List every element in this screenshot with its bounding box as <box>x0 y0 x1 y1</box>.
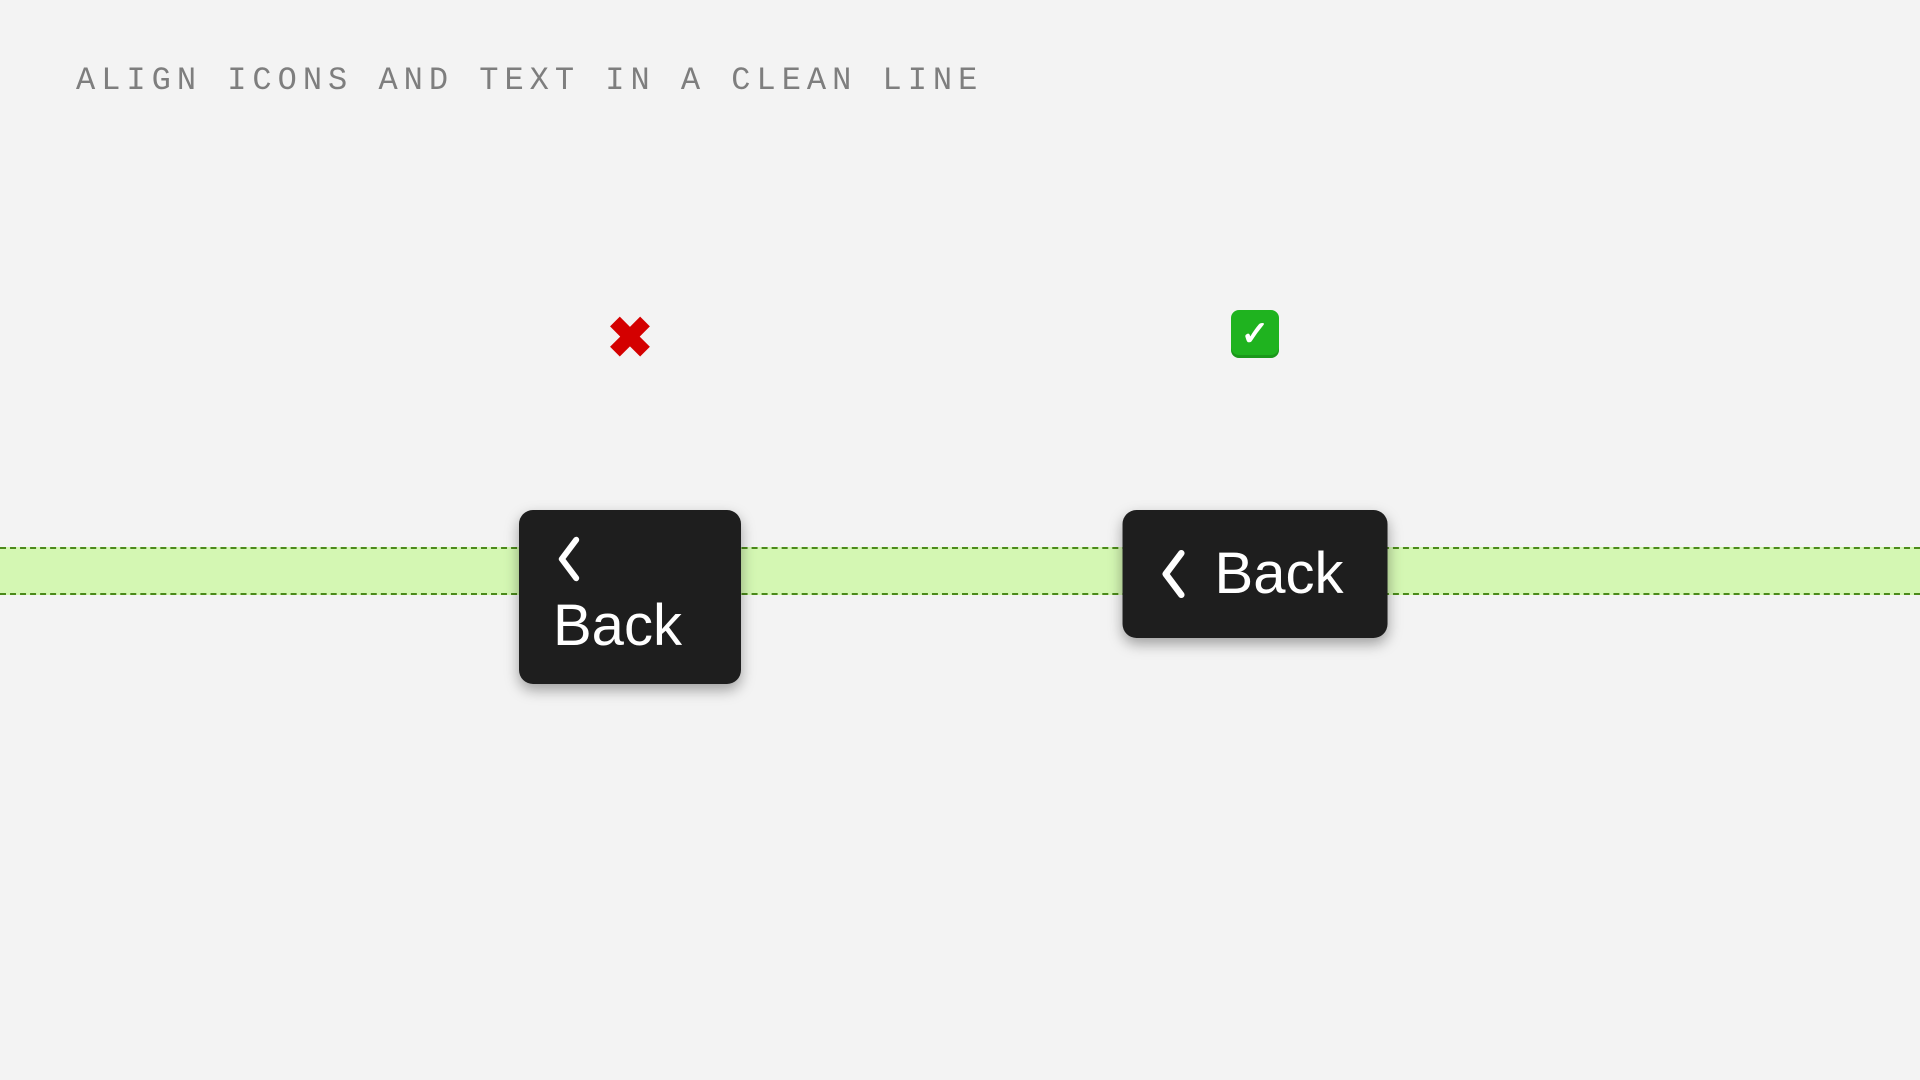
example-good: ✓ Back <box>945 290 1565 1080</box>
alignment-guide-strip <box>0 547 1920 595</box>
back-button-good[interactable]: Back <box>1123 510 1388 638</box>
slide-heading: ALIGN ICONS AND TEXT IN A CLEAN LINE <box>76 62 983 99</box>
back-button-label: Back <box>553 594 682 658</box>
cross-icon: ✖ <box>607 310 654 366</box>
back-button-label: Back <box>1215 545 1344 603</box>
back-button-bad[interactable]: Back <box>519 510 741 684</box>
chevron-left-icon <box>1157 548 1191 600</box>
check-icon: ✓ <box>1231 310 1279 358</box>
chevron-left-icon <box>553 530 585 588</box>
check-glyph: ✓ <box>1241 317 1270 351</box>
example-bad: ✖ Back <box>320 290 940 1080</box>
